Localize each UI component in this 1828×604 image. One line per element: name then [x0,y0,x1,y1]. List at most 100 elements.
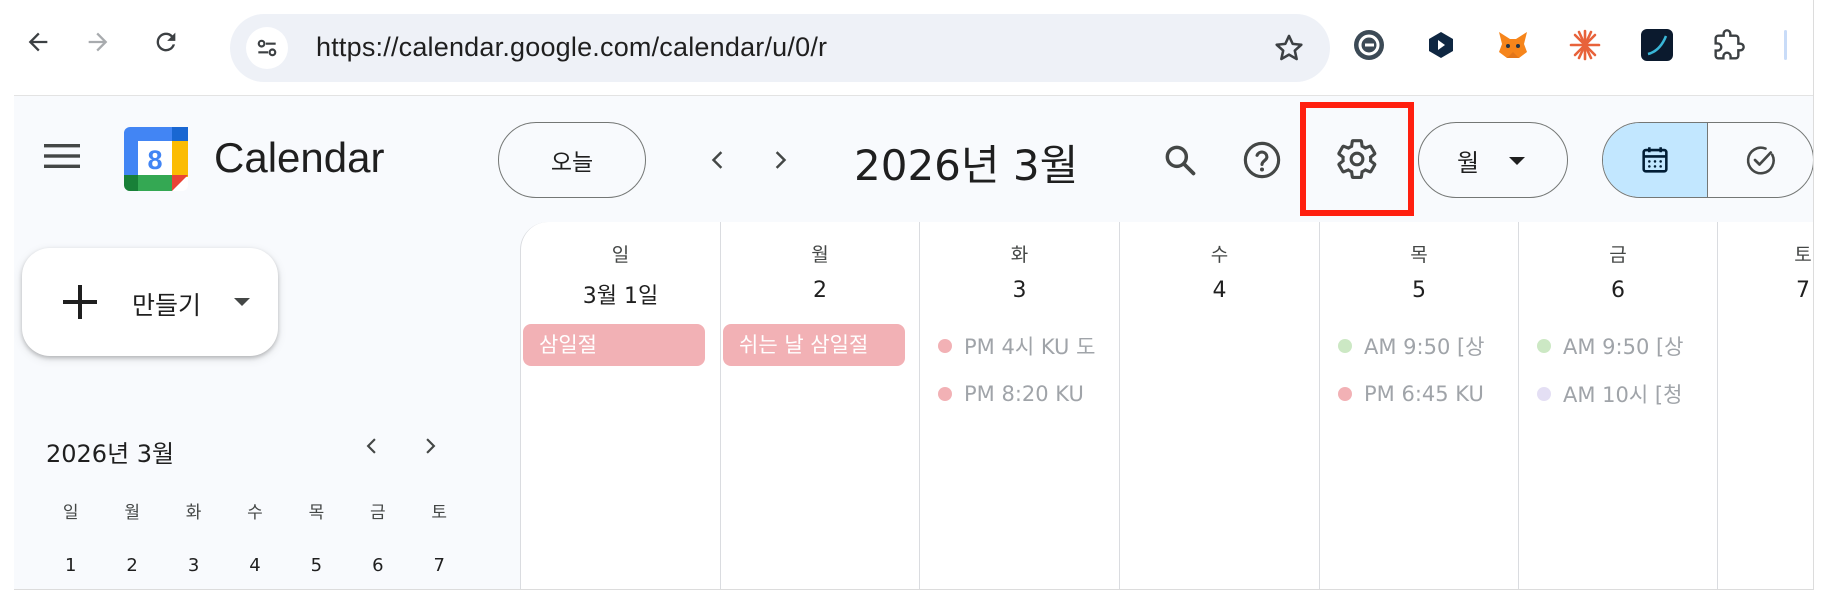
calendar-icon [1642,147,1668,173]
day-number[interactable]: 7 [1718,278,1813,303]
event-text: AM 10시 [청 [1563,383,1683,407]
weekday-label: 목 [1410,244,1428,266]
browser-toolbar: https://calendar.google.com/calendar/u/0… [14,0,1813,96]
mini-weekday: 월 [124,503,140,523]
toolbar-divider [1784,30,1787,60]
caret-down-icon [1509,157,1525,165]
mini-day[interactable]: 5 [286,555,347,576]
reload-icon [156,32,176,52]
mini-prev-month-button[interactable] [354,428,390,464]
chevron-left-icon [366,438,376,454]
day-column-wed[interactable]: 수 4 [1120,222,1320,589]
reload-button[interactable] [142,18,190,66]
weekday-label: 화 [1010,244,1029,266]
mini-day[interactable]: 6 [347,555,408,576]
event-item[interactable]: PM 8:20 KU [938,378,1108,410]
event-item[interactable]: PM 6:45 KU [1338,378,1504,410]
mini-day[interactable]: 7 [409,555,470,576]
day-number[interactable]: 5 [1320,278,1518,303]
current-period-title: 2026년 3월 [854,141,1079,190]
forward-button[interactable] [74,18,122,66]
mini-day[interactable]: 1 [40,555,101,576]
url-text[interactable]: https://calendar.google.com/calendar/u/0… [316,32,827,63]
allday-event-chip[interactable]: 삼일절 [523,324,705,366]
day-number[interactable]: 3월 1일 [521,278,720,310]
mini-weekday: 목 [308,503,325,523]
task-check-icon [1746,146,1775,175]
mini-calendar-title: 2026년 3월 [46,440,175,468]
help-button[interactable] [1238,136,1286,184]
create-button[interactable]: 만들기 [22,248,278,356]
star-icon[interactable] [1272,31,1306,65]
day-column-thu[interactable]: 목 5 AM 9:50 [상 PM 6:45 KU [1320,222,1519,589]
event-color-dot [1338,339,1352,353]
day-number[interactable]: 2 [721,278,919,303]
event-color-dot [938,387,952,401]
mini-weekday: 일 [62,503,79,523]
prev-period-button[interactable] [694,136,742,184]
extension-fox-icon[interactable] [1496,28,1530,62]
event-text: AM 9:50 [상 [1563,335,1684,359]
mini-day[interactable]: 4 [224,555,285,576]
address-bar[interactable]: https://calendar.google.com/calendar/u/0… [230,14,1330,82]
toolbar-separator [14,95,1813,96]
event-text: PM 4시 KU 도 [964,335,1096,359]
puzzle-icon[interactable] [1712,28,1746,62]
browser-window: https://calendar.google.com/calendar/u/0… [14,0,1814,590]
today-button[interactable]: 오늘 [498,122,646,198]
event-item[interactable]: PM 4시 KU 도 [938,330,1108,362]
help-icon [1243,141,1281,179]
back-button[interactable] [14,18,62,66]
mini-calendar-weekdays: 일 월 화 수 목 금 토 [40,498,470,523]
day-column-fri[interactable]: 금 6 AM 9:50 [상 AM 10시 [청 [1519,222,1718,589]
next-period-button[interactable] [756,136,804,184]
calendar-logo[interactable]: 8 [124,127,188,191]
arrow-left-icon [28,32,48,52]
event-color-dot [1338,387,1352,401]
allday-event-chip[interactable]: 쉬는 날 삼일절 [723,324,905,366]
weekday-label: 토 [1794,244,1812,266]
event-item[interactable]: AM 10시 [청 [1537,378,1701,410]
mini-weekday: 금 [370,503,386,523]
plus-icon [63,285,97,319]
logo-number: 8 [147,145,162,175]
extension-spark-icon[interactable] [1568,28,1602,62]
tasks-view-toggle[interactable] [1708,123,1813,197]
mini-weekday: 화 [185,503,202,523]
event-text: PM 8:20 KU [964,382,1084,406]
extension-cube-icon[interactable] [1424,28,1458,62]
day-column-sun[interactable]: 일 3월 1일 삼일절 [521,222,721,589]
mini-day[interactable]: 3 [163,555,224,576]
calendar-view-toggle[interactable] [1603,123,1708,197]
caret-down-icon[interactable] [234,298,250,306]
weekday-label: 일 [611,244,630,266]
event-item[interactable]: AM 9:50 [상 [1338,330,1504,362]
search-button[interactable] [1156,136,1204,184]
day-column-mon[interactable]: 월 2 쉬는 날 삼일절 [721,222,920,589]
day-number[interactable]: 6 [1519,278,1717,303]
day-column-tue[interactable]: 화 3 PM 4시 KU 도 PM 8:20 KU [920,222,1120,589]
event-item[interactable]: AM 9:50 [상 [1537,330,1701,362]
weekday-label: 수 [1210,244,1229,266]
mini-day[interactable]: 2 [101,555,162,576]
view-switcher[interactable]: 월 [1418,122,1568,198]
search-icon [1165,145,1196,176]
main-menu-button[interactable] [40,134,84,178]
chevron-left-icon [711,151,723,169]
arrow-right-icon [88,32,108,52]
day-column-sat[interactable]: 토 7 [1718,222,1813,589]
chevron-right-icon [426,438,436,454]
create-label: 만들기 [132,291,202,320]
extension-coin-icon[interactable] [1352,28,1386,62]
mini-next-month-button[interactable] [412,428,448,464]
settings-highlight-box [1300,102,1414,216]
mini-weekday: 토 [431,503,448,523]
month-grid: 일 3월 1일 삼일절 월 2 쉬는 날 삼일절 화 3 PM 4시 KU 도 … [520,222,1813,589]
weekday-label: 금 [1609,244,1627,266]
site-info-icon[interactable] [246,27,288,69]
app-title: Calendar [214,134,385,181]
extension-dark-icon[interactable] [1640,28,1674,62]
day-number[interactable]: 4 [1120,278,1319,303]
day-number[interactable]: 3 [920,278,1119,303]
event-text: AM 9:50 [상 [1364,335,1485,359]
